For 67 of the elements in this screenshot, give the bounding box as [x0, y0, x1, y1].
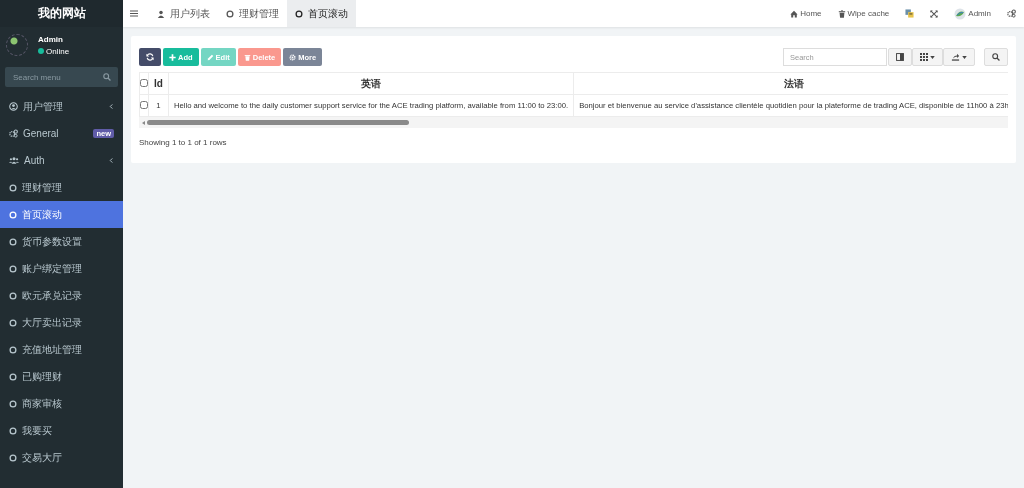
export-icon: [951, 53, 960, 61]
column-header[interactable]: 法语: [573, 72, 1008, 95]
menu-item[interactable]: 充值地址管理: [0, 336, 123, 363]
circle-icon: [9, 318, 17, 327]
circle-icon: [226, 9, 234, 18]
columns-icon: [896, 53, 904, 61]
search-button[interactable]: [984, 48, 1008, 66]
status-dot-icon: [38, 48, 44, 54]
menu-item[interactable]: 货币参数设置: [0, 228, 123, 255]
export-button[interactable]: [943, 48, 975, 66]
circle-icon: [295, 9, 303, 18]
avatar-icon: [6, 34, 28, 56]
tab[interactable]: 理财管理: [218, 0, 287, 27]
menu-item[interactable]: 已购理财: [0, 363, 123, 390]
toggle-view-button[interactable]: [888, 48, 912, 66]
horizontal-scrollbar[interactable]: [139, 117, 1008, 128]
circle-icon: [9, 264, 17, 273]
plus-icon: [169, 53, 176, 61]
nav-link[interactable]: Home: [782, 9, 830, 18]
circle-icon: [9, 372, 17, 381]
circle-icon: [9, 345, 17, 354]
menu-item[interactable]: 欧元承兑记录: [0, 282, 123, 309]
columns-button[interactable]: [912, 48, 943, 66]
circle-icon: [9, 426, 17, 435]
circle-icon: [9, 237, 17, 246]
menu-item[interactable]: 首页滚动: [0, 201, 123, 228]
gears-icon: [9, 129, 18, 138]
search-field[interactable]: Search menu: [5, 67, 118, 87]
avatar-icon: [954, 7, 967, 20]
refresh-button[interactable]: [139, 48, 161, 66]
home-icon: [790, 9, 799, 18]
user-name: Admin: [38, 34, 64, 44]
circle-icon: [9, 453, 17, 462]
circle-icon: [9, 399, 17, 408]
trash-icon: [243, 53, 251, 61]
search-icon: [103, 73, 111, 81]
tab[interactable]: 用户列表: [149, 0, 218, 27]
user-icon: [157, 9, 165, 18]
search-icon: [992, 53, 1000, 61]
user-status: Online: [46, 46, 70, 56]
users-icon: [9, 156, 19, 165]
menu-item[interactable]: 大厅卖出记录: [0, 309, 123, 336]
circle-icon: [9, 210, 17, 219]
tab[interactable]: 首页滚动: [287, 0, 356, 27]
pencil-icon: [206, 53, 214, 61]
menu-item[interactable]: 交易大厅: [0, 444, 123, 471]
menu-item[interactable]: 商家审核: [0, 390, 123, 417]
column-header[interactable]: Id: [148, 72, 169, 95]
user-icon: [9, 102, 18, 111]
menu-item[interactable]: 账户绑定管理: [0, 255, 123, 282]
nav-link[interactable]: Admin: [946, 7, 999, 20]
refresh-icon: [146, 53, 154, 61]
menu-item[interactable]: Auth: [0, 147, 123, 174]
circle-icon: [9, 183, 17, 192]
menu-item[interactable]: 我要买: [0, 417, 123, 444]
row-checkbox[interactable]: [140, 100, 148, 109]
pagination-summary: Showing 1 to 1 of 1 rows: [139, 138, 228, 147]
gear-icon: [289, 53, 297, 61]
trash-icon: [837, 9, 846, 18]
circle-icon: [9, 291, 17, 300]
site-title: 我的网站: [0, 0, 123, 27]
nav-link[interactable]: Wipe cache: [829, 9, 898, 18]
menu-item[interactable]: 理财管理: [0, 174, 123, 201]
grid-icon: [920, 53, 928, 61]
select-all-checkbox[interactable]: [140, 79, 148, 87]
menu-item[interactable]: 用户管理: [0, 93, 123, 120]
column-header[interactable]: 英语: [168, 72, 574, 95]
